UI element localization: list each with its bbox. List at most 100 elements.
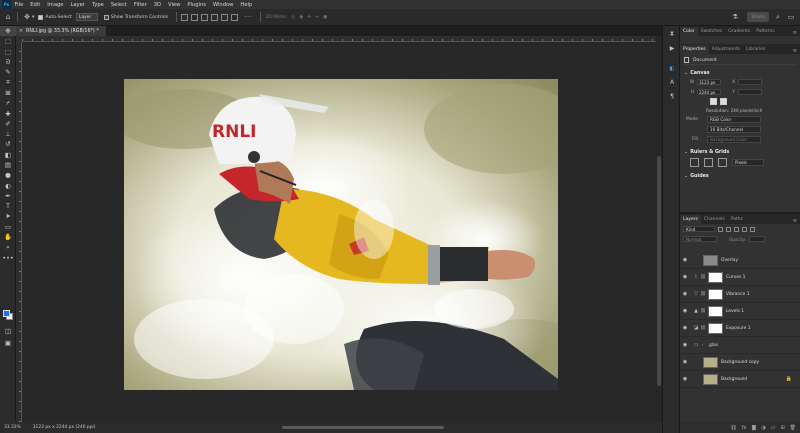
character-icon[interactable]: A [663, 76, 681, 88]
align-middle-icon[interactable] [221, 13, 229, 21]
visibility-eye-icon[interactable]: ◉ [680, 291, 690, 297]
foreground-color-swatch[interactable] [3, 310, 10, 317]
opacity-field[interactable] [749, 236, 766, 242]
eyedropper-tool-icon[interactable]: ⌿ [0, 98, 16, 108]
bit-depth-dropdown[interactable]: 16 Bits/Channel [707, 125, 761, 133]
blur-tool-icon[interactable]: ● [0, 170, 16, 180]
layer-row[interactable]: ◉ Background 🔒 [680, 371, 800, 388]
filter-smart-object-icon[interactable] [750, 226, 755, 232]
ruler-toggle-icon[interactable] [690, 158, 699, 167]
tab-adjustments[interactable]: Adjustments [709, 45, 743, 54]
panel-menu-icon[interactable]: ≡ [793, 30, 797, 36]
layer-row[interactable]: ◉ ▽ ⛓ Vibrance 1 [680, 286, 800, 303]
3d-slide-icon[interactable]: ⇔ [315, 15, 319, 20]
add-mask-icon[interactable]: ◙ [751, 425, 756, 431]
search-icon[interactable]: ⌕ [773, 12, 783, 22]
document-image[interactable]: RNLI [124, 79, 558, 390]
fx-icon[interactable]: fx [742, 425, 747, 431]
screen-mode-icon[interactable]: ▣ [0, 338, 16, 348]
more-tools-icon[interactable]: ••• [0, 253, 16, 263]
grid-toggle-icon[interactable] [704, 158, 713, 167]
filter-shape-icon[interactable] [742, 226, 747, 232]
portrait-icon[interactable] [710, 98, 717, 105]
menu-filter[interactable]: Filter [130, 2, 150, 8]
actions-icon[interactable]: ▶ [663, 42, 681, 54]
path-select-tool-icon[interactable]: ➤ [0, 211, 16, 221]
align-right-icon[interactable] [201, 13, 209, 21]
layer-row[interactable]: ◉ ▲ ⛓ Levels 1 [680, 303, 800, 320]
layer-thumbnail[interactable] [708, 322, 723, 334]
auto-select-checkbox[interactable] [38, 14, 44, 20]
filter-type-icon[interactable] [734, 226, 739, 232]
new-layer-icon[interactable]: ⊞ [780, 425, 784, 431]
group-expand-icon[interactable]: › [700, 343, 705, 348]
3d-roll-icon[interactable]: ◉ [299, 15, 303, 20]
mask-link-icon[interactable]: ⛓ [700, 275, 706, 280]
frame-tool-icon[interactable]: ⊠ [0, 88, 16, 98]
width-field[interactable]: 3123 px [697, 79, 721, 85]
lasso-tool-icon[interactable]: ᘐ [0, 57, 16, 67]
color-icon[interactable]: ◐ [663, 62, 681, 74]
link-layers-icon[interactable]: ⛓ [730, 425, 736, 431]
3d-scale-icon[interactable]: ▣ [323, 15, 327, 20]
artboard-tool-icon[interactable]: ⬚ [0, 36, 16, 46]
filter-adjustment-icon[interactable] [726, 226, 731, 232]
tab-layers[interactable]: Layers [680, 215, 701, 224]
tab-paths[interactable]: Paths [728, 215, 746, 224]
menu-type[interactable]: Type [88, 2, 107, 8]
layer-thumbnail[interactable] [708, 271, 723, 283]
horizontal-scrollbar[interactable] [282, 426, 444, 429]
align-bottom-icon[interactable] [231, 13, 239, 21]
units-dropdown[interactable]: Pixels [732, 159, 764, 166]
layer-thumbnail[interactable] [703, 373, 718, 385]
eraser-tool-icon[interactable]: ◧ [0, 150, 16, 160]
dodge-tool-icon[interactable]: ◐ [0, 180, 16, 190]
3d-orbit-icon[interactable]: ◎ [291, 15, 295, 20]
align-top-icon[interactable] [211, 13, 219, 21]
menu-plugins[interactable]: Plugins [184, 2, 210, 8]
new-group-icon[interactable]: ▭ [771, 425, 776, 431]
menu-edit[interactable]: Edit [27, 2, 44, 8]
layer-row[interactable]: ◉ ◪ ⛓ Exposure 1 [680, 320, 800, 337]
guides-heading[interactable]: Guides [684, 173, 796, 179]
align-left-icon[interactable] [181, 13, 189, 21]
type-tool-icon[interactable]: T [0, 201, 16, 211]
visibility-eye-icon[interactable]: ◉ [680, 376, 690, 382]
more-options-icon[interactable]: ••• [244, 15, 252, 20]
visibility-eye-icon[interactable]: ◉ [680, 325, 690, 331]
blend-mode-dropdown[interactable]: Normal [683, 235, 717, 243]
auto-select-target-dropdown[interactable]: Layer [75, 13, 98, 21]
clone-stamp-tool-icon[interactable]: ⊥ [0, 129, 16, 139]
marquee-tool-icon[interactable]: ⬚ [0, 47, 16, 57]
menu-view[interactable]: View [165, 2, 184, 8]
menu-help[interactable]: Help [237, 2, 256, 8]
brush-tool-icon[interactable]: ✐ [0, 119, 16, 129]
layer-row[interactable]: ◉ ▭ › glas [680, 337, 800, 354]
quick-mask-icon[interactable]: ◫ [0, 326, 16, 336]
home-icon[interactable]: ⌂ [3, 12, 13, 22]
adjustment-layer-icon[interactable]: ◑ [761, 425, 765, 431]
panel-menu-icon[interactable]: ≡ [793, 218, 797, 224]
move-tool-icon[interactable]: ✥ [0, 26, 16, 37]
landscape-icon[interactable] [720, 98, 727, 105]
layer-thumbnail[interactable] [708, 288, 723, 300]
canvas-heading[interactable]: Canvas [684, 70, 796, 76]
rulers-grids-heading[interactable]: Rulers & Grids [684, 149, 796, 155]
fill-dropdown[interactable]: Background Color [707, 135, 761, 143]
layer-thumbnail[interactable] [703, 356, 718, 368]
mask-link-icon[interactable]: ⛓ [700, 292, 706, 297]
workspace-icon[interactable]: ▭ [786, 12, 796, 22]
move-tool-preset-icon[interactable]: ✥ [22, 12, 32, 22]
tab-gradients[interactable]: Gradients [725, 27, 753, 36]
menu-layer[interactable]: Layer [67, 2, 88, 8]
crop-tool-icon[interactable]: ⌗ [0, 77, 16, 87]
x-field[interactable] [738, 79, 762, 85]
menu-select[interactable]: Select [107, 2, 130, 8]
3d-pan-icon[interactable]: ✣ [307, 15, 311, 20]
chevron-down-icon[interactable]: ▾ [32, 15, 34, 20]
tab-swatches[interactable]: Swatches [698, 27, 726, 36]
guides-toggle-icon[interactable] [718, 158, 727, 167]
tab-channels[interactable]: Channels [701, 215, 728, 224]
gradient-tool-icon[interactable]: ▤ [0, 160, 16, 170]
menu-image[interactable]: Image [44, 2, 67, 8]
